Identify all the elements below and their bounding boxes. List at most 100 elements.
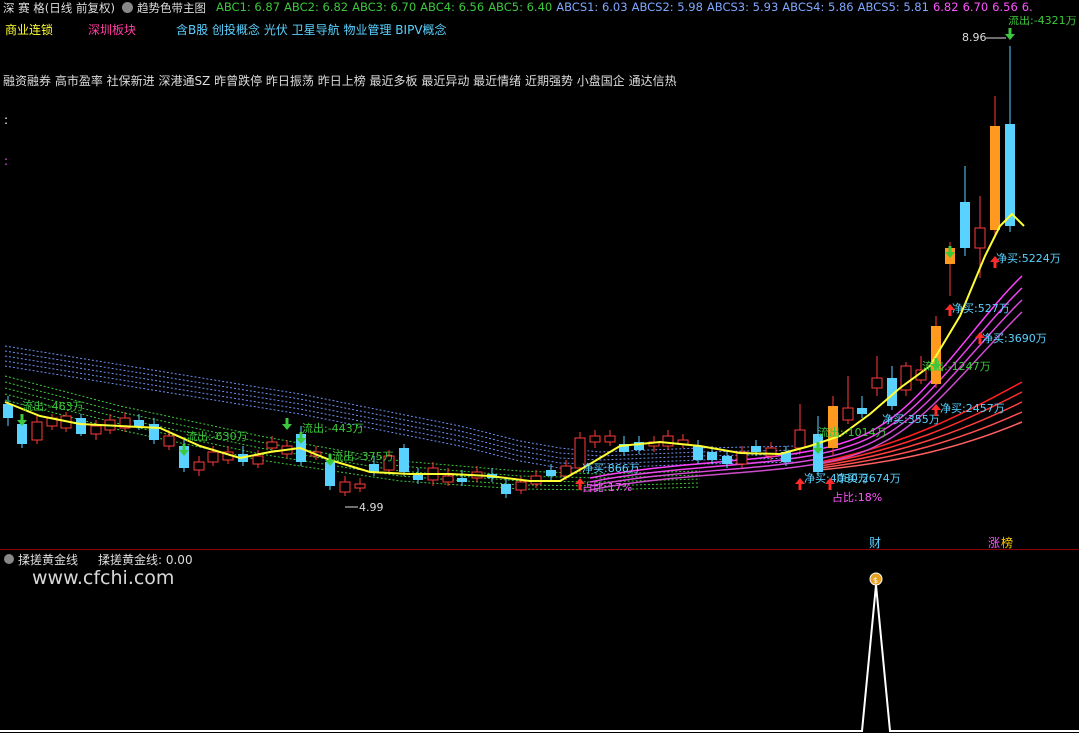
candle-body — [871, 377, 883, 389]
candle-body — [193, 461, 205, 471]
candle-body — [457, 478, 467, 482]
candle — [589, 430, 601, 448]
candle-body — [354, 483, 366, 489]
candle-body — [974, 227, 986, 249]
candle-body — [722, 456, 732, 464]
candle — [90, 420, 102, 440]
candle-body — [163, 435, 175, 447]
indicator-value: ABC5: 6.40 — [488, 0, 553, 14]
candle-body — [31, 421, 43, 441]
candle — [193, 456, 205, 476]
flow-annotation: 流出:-1014万 — [818, 425, 887, 439]
flow-annotation: 流出:-443万 — [302, 421, 364, 435]
candle — [693, 440, 703, 464]
candlestick-chart[interactable]: 8.96 流出:-4321万 4.99 流出:-463万流出:-630万流出:-… — [0, 16, 1079, 549]
flow-annotation: 流出:-463万 — [22, 399, 84, 413]
candle — [960, 166, 970, 256]
indicator-value: ABCS3: 5.93 — [706, 0, 779, 14]
candle-body — [252, 455, 264, 465]
zhang-badge[interactable]: 涨 — [988, 535, 1000, 549]
main-chart-panel[interactable]: 商业连锁 深圳板块 含B股 创投概念 光伏 卫星导航 物业管理 BIPV概念 融… — [0, 16, 1079, 549]
candle — [677, 434, 689, 448]
low-price-label: 4.99 — [359, 501, 384, 514]
candle — [857, 396, 867, 418]
candle-body — [794, 429, 806, 449]
formula-name[interactable]: 趋势色带主图 — [137, 0, 206, 16]
flow-annotation: 净买:355万 — [882, 412, 940, 426]
candle — [648, 436, 660, 452]
candle — [501, 478, 511, 498]
candle — [871, 356, 883, 396]
signal-arrows — [17, 28, 1015, 490]
candle — [413, 468, 423, 484]
formula-dropdown-icon[interactable] — [122, 2, 133, 13]
indicator-value: ABC4: 6.56 — [420, 0, 485, 14]
indicator-value: 6. — [1021, 0, 1033, 14]
money-bag-symbol: $ — [873, 576, 878, 585]
candle — [662, 430, 674, 450]
candle-body — [17, 424, 27, 444]
sub-indicator-panel[interactable]: 揉搓黄金线 揉搓黄金线: 0.00 www.cfchi.com $ — [0, 549, 1079, 733]
candle — [46, 414, 58, 430]
candle-body — [339, 481, 351, 493]
flow-annotation: 净买:5224万 — [996, 251, 1061, 265]
candle-body — [960, 202, 970, 248]
candle — [339, 476, 351, 496]
candle — [887, 366, 897, 410]
flow-annotation: 流出:-375万 — [332, 449, 394, 463]
candle-body — [207, 451, 219, 463]
candle-body — [707, 452, 717, 460]
candle-body — [90, 425, 102, 435]
candle-body — [76, 418, 86, 434]
cai-badge[interactable]: 财 — [869, 536, 881, 549]
flow-annotation: 净买:2457万 — [940, 401, 1005, 415]
flow-annotation: 流出:-1247万 — [922, 359, 991, 373]
candle-body — [442, 475, 454, 483]
candle — [31, 416, 43, 444]
gold-line — [0, 584, 1079, 732]
candle — [399, 444, 409, 476]
candle-body — [399, 448, 409, 472]
candle-body — [501, 484, 511, 494]
candle — [471, 466, 483, 482]
high-price-label: 8.96 — [962, 31, 987, 44]
candle-body — [1005, 124, 1015, 226]
candle-body — [546, 470, 556, 476]
indicator-values: ABC1: 6.87 ABC2: 6.82 ABC3: 6.70 ABC4: 6.56… — [216, 0, 1037, 14]
indicator-value: ABCS4: 5.86 — [782, 0, 854, 14]
candle-body — [990, 126, 1000, 230]
flow-annotation: 占比:18% — [832, 490, 882, 504]
candle — [794, 404, 806, 452]
candle — [1005, 46, 1015, 232]
candle — [457, 470, 467, 486]
candle — [149, 418, 159, 444]
candle — [442, 468, 454, 486]
indicator-value: ABCS1: 6.03 — [556, 0, 628, 14]
candle-body — [857, 408, 867, 414]
flow-annotation: 净买:3690万 — [982, 331, 1047, 345]
sell-arrow-icon — [1005, 28, 1015, 40]
candle — [3, 396, 13, 426]
candle — [354, 478, 366, 492]
flow-annotation: 占比:17% — [582, 480, 632, 494]
candle — [990, 96, 1000, 236]
candle-body — [369, 464, 379, 472]
flow-annotation: 净买:866万 — [582, 461, 640, 475]
candle-body — [515, 481, 527, 491]
candle-body — [842, 407, 854, 421]
candle — [104, 414, 116, 434]
candle-body — [3, 404, 13, 418]
candle — [119, 412, 131, 432]
gold-line-chart: $ — [0, 572, 1079, 732]
sell-arrow-icon — [282, 418, 292, 430]
candle-body — [751, 446, 761, 452]
candle-body — [149, 424, 159, 440]
candle-body — [662, 435, 674, 447]
bang-badge[interactable]: 榜 — [1001, 535, 1013, 549]
stock-title[interactable]: 深 赛 格(日线 前复权) — [3, 0, 115, 16]
candle-body — [693, 446, 703, 460]
indicator-value: 6.70 — [962, 0, 989, 14]
flow-annotation: 净买:527万 — [952, 301, 1010, 315]
indicator-value: ABC2: 6.82 — [284, 0, 349, 14]
top-outflow-label: 流出:-4321万 — [1008, 16, 1077, 27]
